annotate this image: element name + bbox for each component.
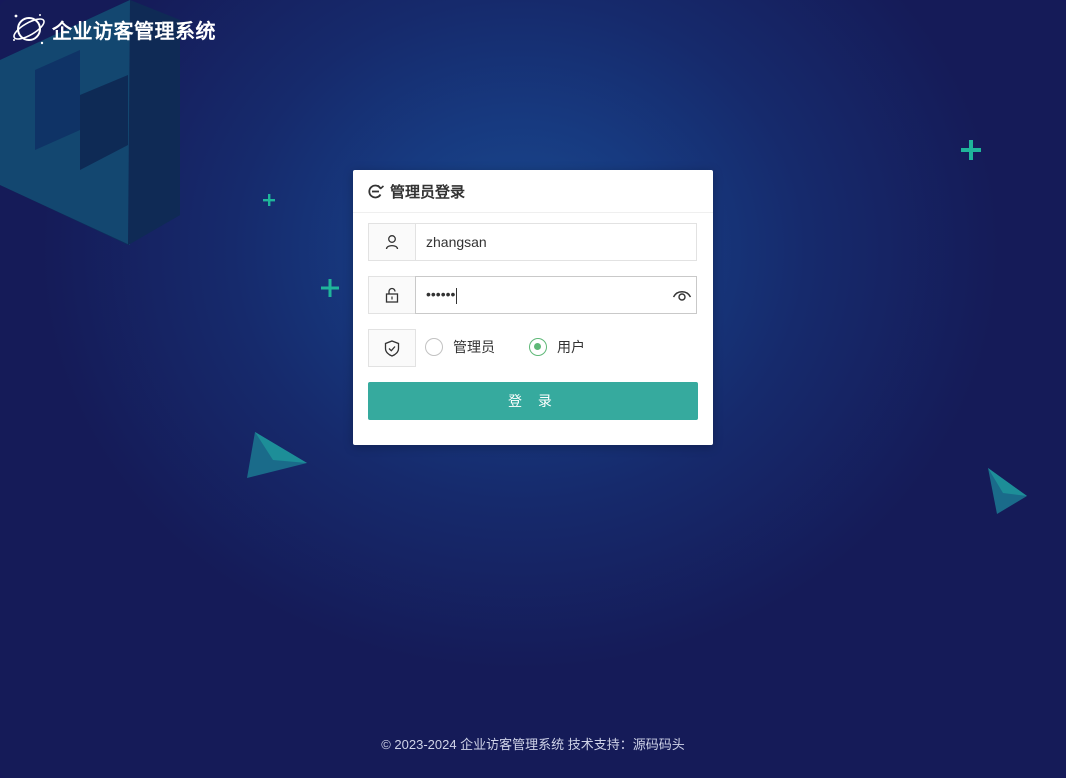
footer-copyright: © 2023-2024 企业访客管理系统 技术支持：源码码头 — [381, 737, 685, 752]
login-card-header: 管理员登录 — [353, 170, 713, 213]
triangle-decoration — [988, 468, 1027, 514]
password-row: •••••• — [368, 276, 697, 314]
radio-user[interactable]: 用户 — [529, 337, 585, 357]
login-heading: 管理员登录 — [390, 183, 466, 201]
login-card: 管理员登录 zhangsan •••••• 管理员 用户 登 录 — [353, 170, 713, 445]
role-row: 管理员 用户 — [368, 329, 697, 367]
planet-logo-icon — [13, 14, 45, 45]
plus-decoration — [961, 140, 981, 160]
app-title: 企业访客管理系统 — [52, 20, 216, 43]
text-caret — [456, 287, 458, 304]
eye-icon[interactable] — [672, 286, 692, 304]
login-page: 企业访客管理系统 管理员登录 zhangsan •••••• 管理员 用户 登 … — [0, 0, 1066, 778]
username-input[interactable]: zhangsan — [415, 223, 697, 261]
role-prefix — [368, 329, 416, 367]
triangle-decoration — [247, 432, 307, 478]
plus-decoration — [263, 194, 275, 206]
radio-user-circle[interactable] — [529, 338, 547, 356]
plus-decoration — [321, 279, 339, 297]
radio-admin-label[interactable]: 管理员 — [453, 337, 495, 357]
password-value: •••••• — [426, 286, 458, 304]
username-row: zhangsan — [368, 223, 697, 261]
password-mask: •••••• — [426, 286, 456, 303]
refresh-icon — [368, 184, 384, 198]
username-prefix — [368, 223, 416, 261]
password-prefix — [368, 276, 416, 314]
username-value: zhangsan — [426, 234, 487, 250]
role-radio-group: 管理员 用户 — [425, 337, 619, 357]
radio-admin[interactable]: 管理员 — [425, 337, 495, 357]
user-icon — [385, 235, 399, 250]
shield-check-icon — [384, 339, 400, 357]
password-input[interactable]: •••••• — [415, 276, 697, 314]
radio-user-label[interactable]: 用户 — [557, 337, 585, 357]
lock-icon — [385, 287, 399, 303]
app-logo: 企业访客管理系统 — [10, 10, 216, 48]
login-button[interactable]: 登 录 — [368, 382, 698, 420]
radio-admin-circle[interactable] — [425, 338, 443, 356]
